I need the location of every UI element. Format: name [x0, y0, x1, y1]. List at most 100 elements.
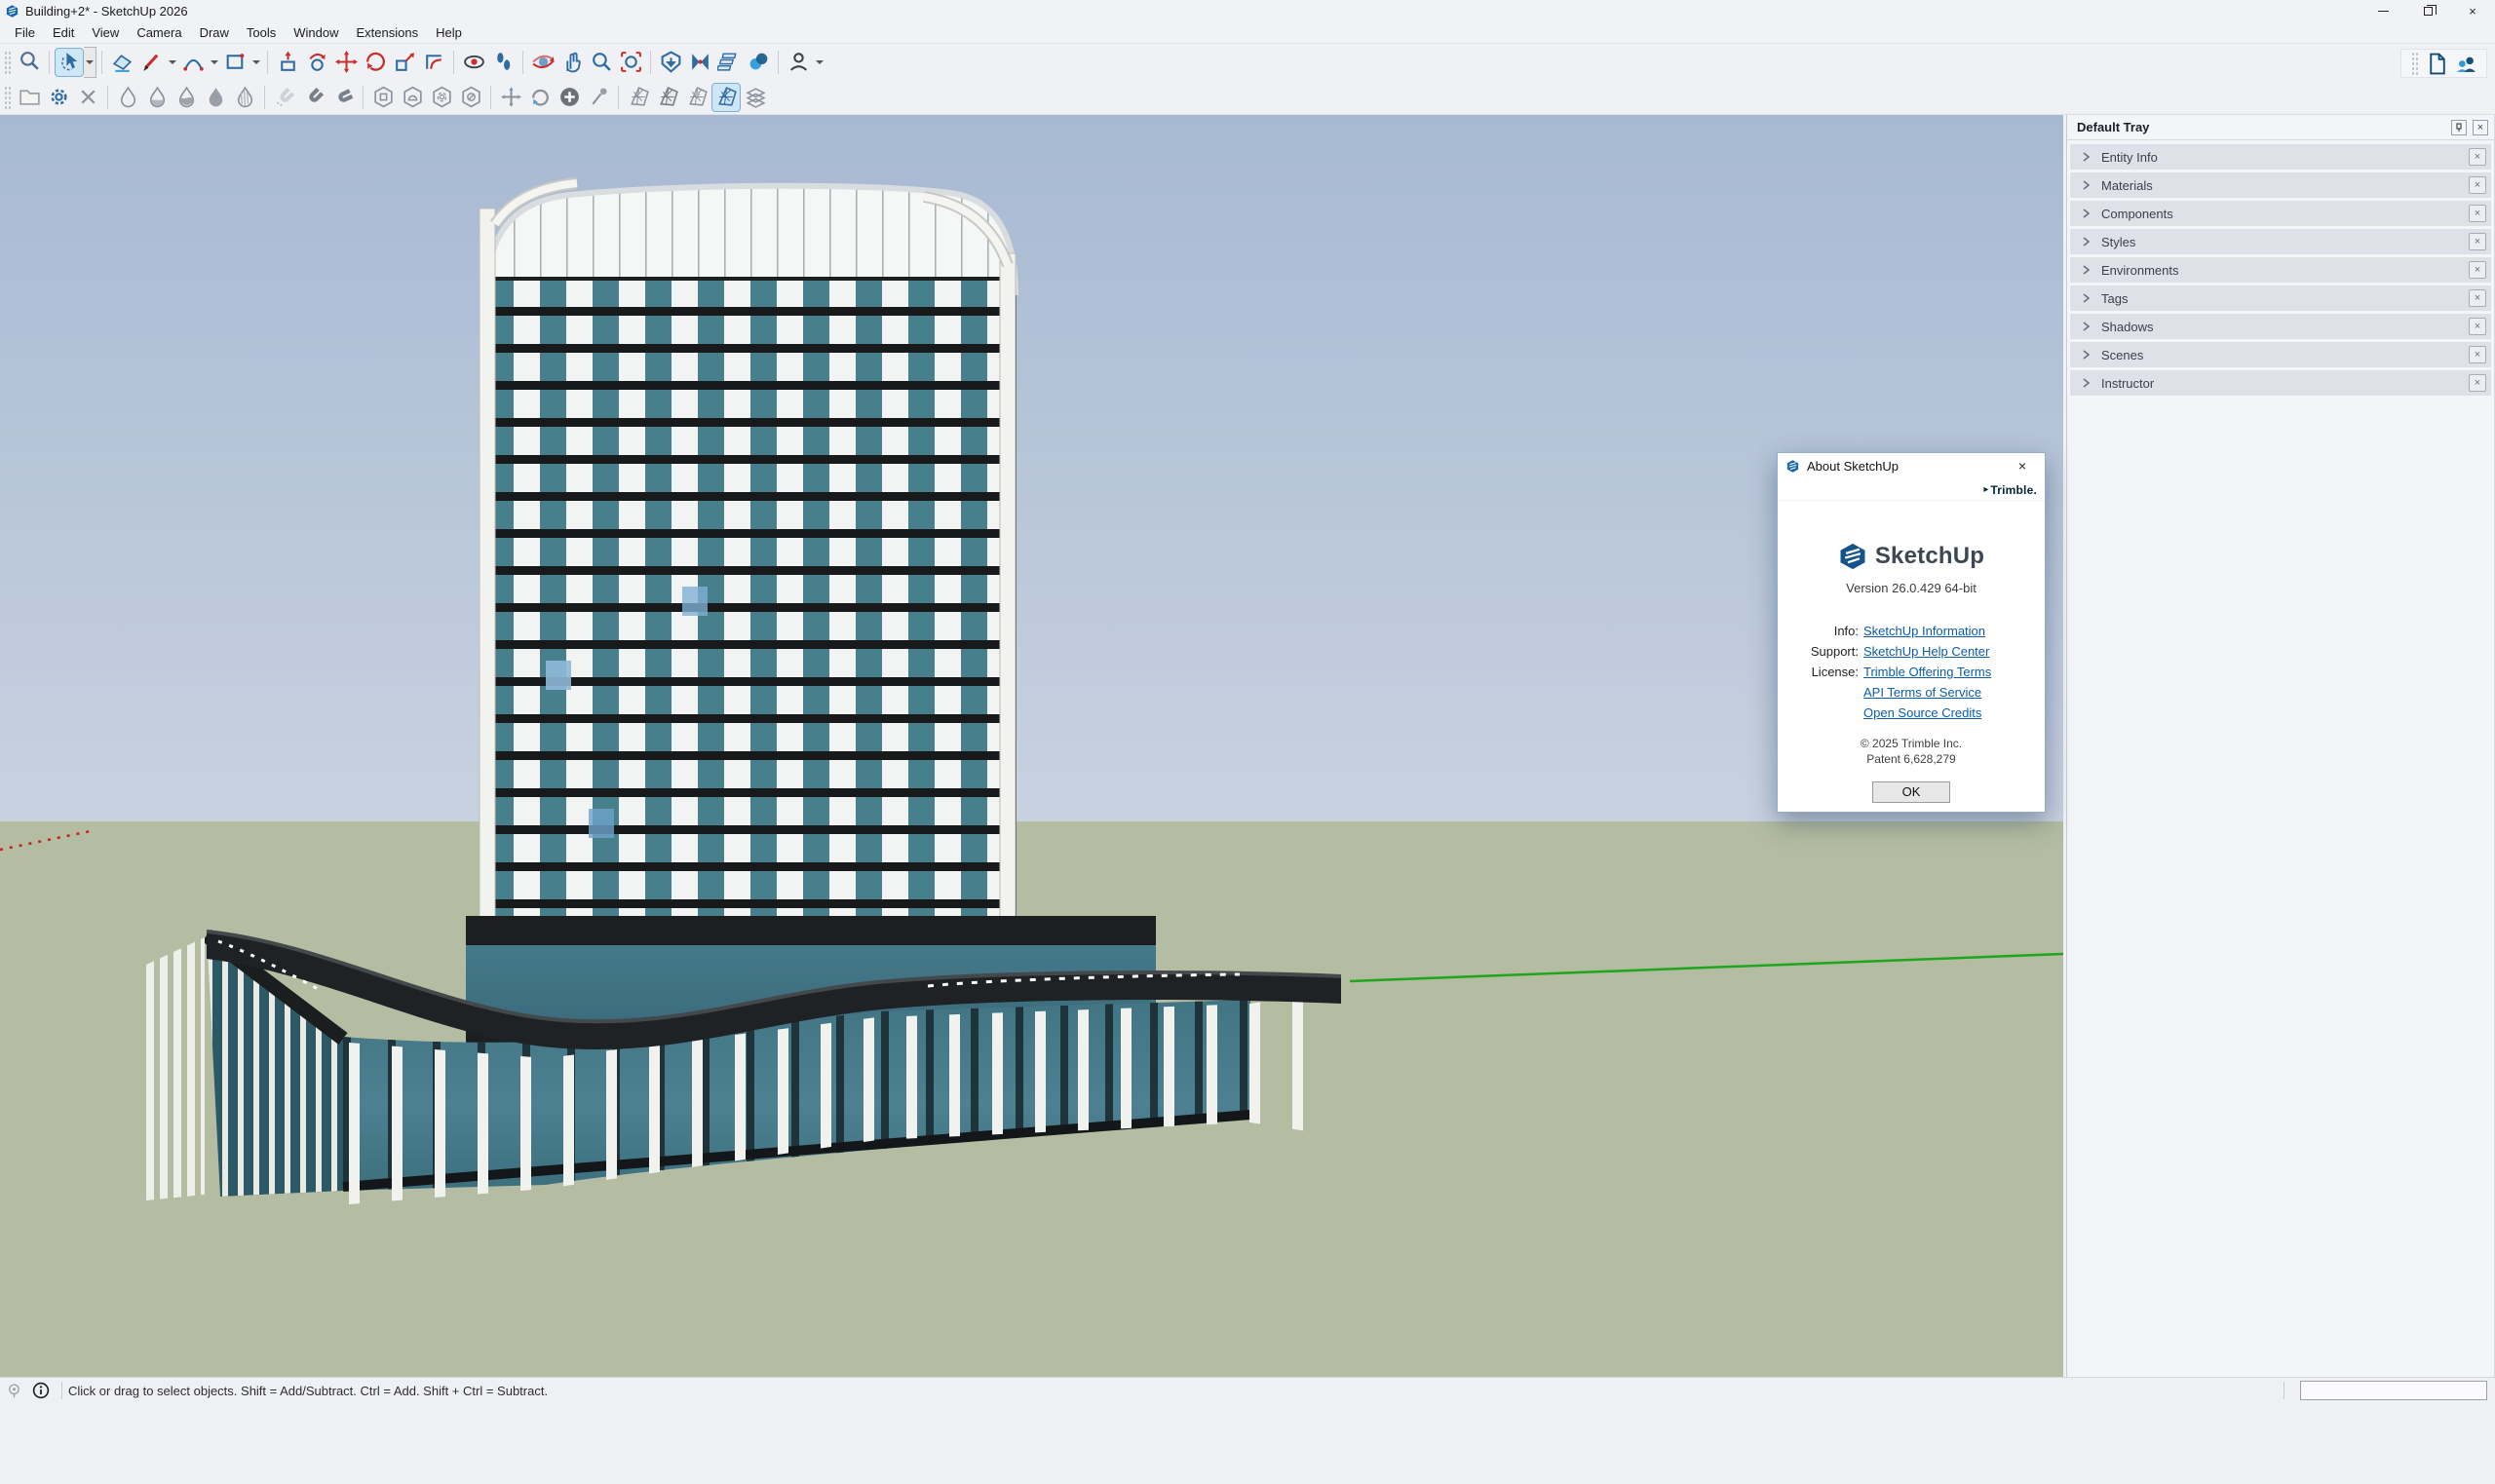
toolbar-grip[interactable] [2411, 52, 2419, 75]
menu-edit[interactable]: Edit [44, 23, 83, 42]
drop-hatched-button[interactable] [230, 83, 259, 112]
hex-slash-button[interactable] [456, 83, 485, 112]
tray-section-tags[interactable]: Tags × [2070, 285, 2491, 311]
zoom-tool-button[interactable] [587, 48, 616, 77]
magnet-faded-button[interactable] [270, 83, 299, 112]
tray-section-close-button[interactable]: × [2469, 318, 2486, 335]
hex-dome-button[interactable] [398, 83, 427, 112]
rotate-alt-button[interactable] [525, 83, 555, 112]
menu-help[interactable]: Help [427, 23, 471, 42]
tray-section-close-button[interactable]: × [2469, 346, 2486, 363]
hex-fingerprint-button[interactable] [427, 83, 456, 112]
shape-tool-dropdown[interactable] [250, 48, 262, 77]
styles-gear-button[interactable] [44, 83, 73, 112]
arc-tool-dropdown[interactable] [208, 48, 220, 77]
toolbar-grip[interactable] [4, 51, 12, 74]
tray-section-close-button[interactable]: × [2469, 176, 2486, 194]
scale-tool-button[interactable] [390, 48, 419, 77]
move-tool-button[interactable] [331, 48, 361, 77]
link-trimble-offering-terms[interactable]: Trimble Offering Terms [1863, 662, 1991, 682]
sign-in-button[interactable] [784, 48, 813, 77]
viewport-canvas[interactable] [0, 115, 2063, 1377]
menu-draw[interactable]: Draw [191, 23, 238, 42]
walk-tool-button[interactable] [488, 48, 518, 77]
search-sketchup-button[interactable] [15, 48, 44, 77]
flip-tool-button[interactable] [714, 48, 744, 77]
tray-section-components[interactable]: Components × [2070, 201, 2491, 226]
position-camera-tool-button[interactable] [459, 48, 488, 77]
tray-section-instructor[interactable]: Instructor × [2070, 370, 2491, 396]
drop-half-button[interactable] [172, 83, 201, 112]
tray-section-close-button[interactable]: × [2469, 374, 2486, 392]
menu-tools[interactable]: Tools [238, 23, 285, 42]
dialog-close-button[interactable]: × [2008, 456, 2037, 476]
info-icon[interactable] [32, 1382, 50, 1399]
trimble-connect-button[interactable] [744, 48, 773, 77]
move-alt-button[interactable] [496, 83, 525, 112]
menu-window[interactable]: Window [285, 23, 347, 42]
tray-close-button[interactable]: × [2473, 120, 2488, 135]
hex-square-button[interactable] [368, 83, 398, 112]
pencil-tool-dropdown[interactable] [166, 48, 178, 77]
terrain-stamp-button[interactable] [711, 83, 741, 112]
select-tool-dropdown[interactable] [84, 47, 96, 78]
offset-tool-button[interactable] [419, 48, 448, 77]
measurements-input[interactable] [2300, 1381, 2487, 1400]
link-sketchup-information[interactable]: SketchUp Information [1863, 621, 1985, 641]
tray-section-scenes[interactable]: Scenes × [2070, 342, 2491, 367]
pan-tool-button[interactable] [557, 48, 587, 77]
link-sketchup-help-center[interactable]: SketchUp Help Center [1863, 641, 1989, 662]
pin-tool-button[interactable] [584, 83, 613, 112]
terrain-smoove-button[interactable] [682, 83, 711, 112]
tray-pin-button[interactable] [2451, 120, 2467, 135]
shape-tool-button[interactable] [220, 48, 250, 77]
3d-warehouse-button[interactable] [656, 48, 685, 77]
arc-tool-button[interactable] [178, 48, 208, 77]
add-circle-button[interactable] [555, 83, 584, 112]
document-button[interactable] [2422, 49, 2451, 78]
dialog-title-bar[interactable]: About SketchUp × [1778, 453, 2045, 479]
push-pull-tool-button[interactable] [273, 48, 302, 77]
tray-section-close-button[interactable]: × [2469, 233, 2486, 250]
link-open-source-credits[interactable]: Open Source Credits [1863, 703, 1981, 723]
terrain-from-contours-button[interactable] [624, 83, 653, 112]
restore-button[interactable] [2405, 0, 2450, 21]
tray-section-close-button[interactable]: × [2469, 289, 2486, 307]
eraser-tool-button[interactable] [107, 48, 136, 77]
magnet-dark-1-button[interactable] [299, 83, 328, 112]
folder-open-button[interactable] [15, 83, 44, 112]
follow-me-tool-button[interactable] [302, 48, 331, 77]
terrain-from-scratch-button[interactable] [653, 83, 682, 112]
pencil-tool-button[interactable] [136, 48, 166, 77]
drop-full-button[interactable] [201, 83, 230, 112]
tray-section-entity-info[interactable]: Entity Info × [2070, 144, 2491, 170]
ok-button[interactable]: OK [1872, 781, 1950, 803]
close-button[interactable]: × [2450, 0, 2495, 21]
geolocation-icon[interactable] [6, 1383, 22, 1399]
toolbar-grip[interactable] [4, 86, 12, 109]
extension-warehouse-button[interactable] [685, 48, 714, 77]
drop-empty-button[interactable] [113, 83, 142, 112]
soften-edges-stack-button[interactable] [741, 83, 770, 112]
tray-section-materials[interactable]: Materials × [2070, 172, 2491, 198]
rotate-tool-button[interactable] [361, 48, 390, 77]
delete-x-button[interactable] [73, 83, 102, 112]
orbit-tool-button[interactable] [528, 48, 557, 77]
drop-low-button[interactable] [142, 83, 172, 112]
magnet-dark-2-button[interactable] [328, 83, 358, 112]
tray-section-close-button[interactable]: × [2469, 148, 2486, 166]
tray-section-shadows[interactable]: Shadows × [2070, 314, 2491, 339]
link-api-terms-of-service[interactable]: API Terms of Service [1863, 682, 1981, 703]
menu-camera[interactable]: Camera [128, 23, 190, 42]
menu-view[interactable]: View [83, 23, 128, 42]
tray-section-close-button[interactable]: × [2469, 205, 2486, 222]
menu-file[interactable]: File [6, 23, 44, 42]
minimize-button[interactable] [2361, 0, 2405, 21]
tray-section-close-button[interactable]: × [2469, 261, 2486, 279]
tray-section-environments[interactable]: Environments × [2070, 257, 2491, 283]
sign-in-dropdown[interactable] [813, 48, 825, 77]
select-tool-button[interactable] [55, 48, 84, 77]
people-button[interactable] [2451, 49, 2480, 78]
menu-extensions[interactable]: Extensions [348, 23, 428, 42]
building-model[interactable] [0, 115, 2063, 1377]
